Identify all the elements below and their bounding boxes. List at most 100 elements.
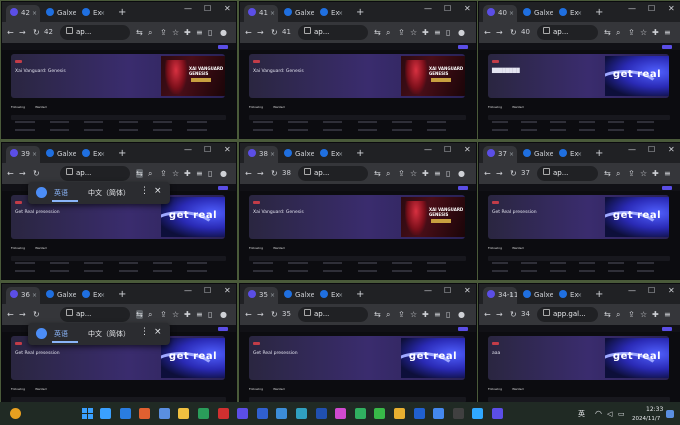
- zoom-icon[interactable]: ⌕: [616, 28, 620, 37]
- taskbar-app-icon[interactable]: [237, 408, 249, 419]
- sidebar-icon[interactable]: ▯: [208, 169, 212, 178]
- filter-row[interactable]: [11, 115, 226, 120]
- back-icon[interactable]: ←: [7, 168, 14, 179]
- minimize-icon[interactable]: —: [184, 4, 192, 13]
- address-bar[interactable]: app.gal...: [537, 307, 598, 322]
- list-item[interactable]: [488, 270, 670, 273]
- reload-icon[interactable]: ↻: [33, 27, 40, 38]
- star-icon[interactable]: ☆: [640, 310, 647, 319]
- hero-banner[interactable]: Xai Vanguard: Genesis XAI VANGUARD GENESIS: [249, 195, 465, 239]
- extension-icon[interactable]: ✚: [422, 310, 429, 319]
- tab-close-icon[interactable]: ×: [306, 287, 311, 304]
- share-icon[interactable]: ⇪: [398, 28, 405, 37]
- list-item[interactable]: [249, 270, 466, 273]
- share-icon[interactable]: ⇪: [398, 169, 405, 178]
- tab-following[interactable]: Following: [11, 387, 25, 391]
- new-tab-icon[interactable]: +: [595, 146, 603, 161]
- zoom-icon[interactable]: ⌕: [148, 28, 152, 37]
- connect-button[interactable]: [458, 44, 468, 49]
- tab-following[interactable]: Following: [249, 246, 263, 250]
- new-tab-icon[interactable]: +: [595, 287, 603, 302]
- translate-icon[interactable]: ⇆: [374, 310, 381, 319]
- new-tab-icon[interactable]: +: [356, 146, 364, 161]
- close-window-icon[interactable]: ✕: [224, 4, 231, 13]
- sidebar-icon[interactable]: ▯: [208, 28, 212, 37]
- address-bar[interactable]: ap...: [537, 166, 598, 181]
- tab-close-icon[interactable]: ×: [100, 287, 105, 304]
- browser-window[interactable]: 35 × Galxe × Ex × + — ☐ ✕ ← → ↻ 35 ap... ⇆ ⌕ ⇪ ☆ ✚ ≡ ▯ ● Get Re…: [240, 284, 476, 402]
- translate-icon[interactable]: ⇆: [374, 169, 381, 178]
- back-icon[interactable]: ←: [245, 168, 252, 179]
- reload-icon[interactable]: ↻: [33, 168, 40, 179]
- taskbar-app-icon[interactable]: [296, 408, 307, 419]
- tab-close-icon[interactable]: ×: [509, 146, 514, 163]
- clock-time[interactable]: 12:33: [646, 406, 663, 414]
- taskbar-app-icon[interactable]: [100, 408, 111, 419]
- zoom-icon[interactable]: ⌕: [386, 28, 390, 37]
- tab-wanted[interactable]: Wanted: [35, 387, 46, 391]
- address-bar[interactable]: ap...: [298, 25, 368, 40]
- list-item[interactable]: [488, 262, 670, 265]
- reload-icon[interactable]: ↻: [271, 168, 278, 179]
- tab-following[interactable]: Following: [11, 105, 25, 109]
- translate-popup[interactable]: 英语 中文（简体） ⋮ ×: [28, 182, 170, 204]
- minimize-icon[interactable]: —: [184, 286, 192, 295]
- tab-wanted[interactable]: Wanted: [273, 246, 284, 250]
- more-options-icon[interactable]: ⋮: [140, 327, 149, 337]
- star-icon[interactable]: ☆: [410, 169, 417, 178]
- translate-icon[interactable]: ⇆: [136, 310, 143, 319]
- more-options-icon[interactable]: ⋮: [140, 186, 149, 196]
- maximize-icon[interactable]: ☐: [204, 145, 211, 154]
- maximize-icon[interactable]: ☐: [204, 286, 211, 295]
- connect-button[interactable]: [458, 326, 468, 331]
- tab-following[interactable]: Following: [488, 105, 502, 109]
- forward-icon[interactable]: →: [257, 168, 264, 179]
- start-button[interactable]: [82, 408, 93, 419]
- tab-galxe[interactable]: Galxe ×: [280, 287, 314, 304]
- list-item[interactable]: [488, 121, 670, 124]
- tab-extension[interactable]: Ex ×: [316, 287, 346, 304]
- tab-following[interactable]: Following: [488, 246, 502, 250]
- notification-icon[interactable]: [666, 410, 674, 418]
- forward-icon[interactable]: →: [496, 309, 503, 320]
- reload-icon[interactable]: ↻: [271, 309, 278, 320]
- zoom-icon[interactable]: ⌕: [616, 169, 620, 178]
- list-item[interactable]: [249, 129, 466, 132]
- browser-window[interactable]: 34-11 × Galxe × Ex × + — ☐ ✕ ← → ↻ 34 app.gal... ⇆ ⌕ ⇪ ☆ ✚ ≡…: [479, 284, 680, 402]
- close-window-icon[interactable]: ✕: [224, 286, 231, 295]
- new-tab-icon[interactable]: +: [595, 5, 603, 20]
- tab-active[interactable]: 34-11 ×: [483, 287, 517, 304]
- zoom-icon[interactable]: ⌕: [386, 169, 390, 178]
- tab-galxe[interactable]: Galxe ×: [42, 287, 76, 304]
- tab-active[interactable]: 35 ×: [244, 287, 278, 304]
- share-icon[interactable]: ⇪: [398, 310, 405, 319]
- browser-window[interactable]: 37 × Galxe × Ex × + — ☐ ✕ ← → ↻ 37 ap... ⇆ ⌕ ⇪ ☆ ✚ ≡ Get Real…: [479, 143, 680, 279]
- tab-galxe[interactable]: Galxe ×: [280, 146, 314, 163]
- tab-close-icon[interactable]: ×: [545, 146, 550, 163]
- taskbar-app-icon[interactable]: [198, 408, 209, 419]
- back-icon[interactable]: ←: [484, 27, 491, 38]
- filter-row[interactable]: [488, 115, 670, 120]
- sidebar-icon[interactable]: ▯: [208, 310, 212, 319]
- star-icon[interactable]: ☆: [640, 28, 647, 37]
- translate-popup[interactable]: 英语 中文（简体） ⋮ ×: [28, 323, 170, 345]
- tab-close-icon[interactable]: ×: [32, 5, 37, 22]
- tab-extension[interactable]: Ex ×: [316, 146, 346, 163]
- filter-row[interactable]: [488, 256, 670, 261]
- forward-icon[interactable]: →: [257, 27, 264, 38]
- taskbar-app-icon[interactable]: [315, 408, 327, 419]
- close-window-icon[interactable]: ✕: [464, 4, 471, 13]
- reading-list-icon[interactable]: ≡: [196, 310, 203, 319]
- hero-banner[interactable]: Xai Vanguard: Genesis XAI VANGUARD GENESIS: [249, 54, 465, 98]
- list-item[interactable]: [249, 121, 466, 124]
- tab-galxe[interactable]: Galxe ×: [519, 146, 553, 163]
- list-item[interactable]: [249, 262, 466, 265]
- tab-close-icon[interactable]: ×: [100, 146, 105, 163]
- reading-list-icon[interactable]: ≡: [664, 28, 671, 37]
- forward-icon[interactable]: →: [19, 27, 26, 38]
- share-icon[interactable]: ⇪: [160, 28, 167, 37]
- tab-close-icon[interactable]: ×: [100, 5, 105, 22]
- minimize-icon[interactable]: —: [628, 286, 636, 295]
- browser-window[interactable]: 36 × Galxe × Ex × + — ☐ ✕ ← → ↻ ap... ⇆ ⌕ ⇪ ☆ ✚ ≡ ▯ ● Get Real…: [2, 284, 236, 402]
- connect-button[interactable]: [662, 326, 672, 331]
